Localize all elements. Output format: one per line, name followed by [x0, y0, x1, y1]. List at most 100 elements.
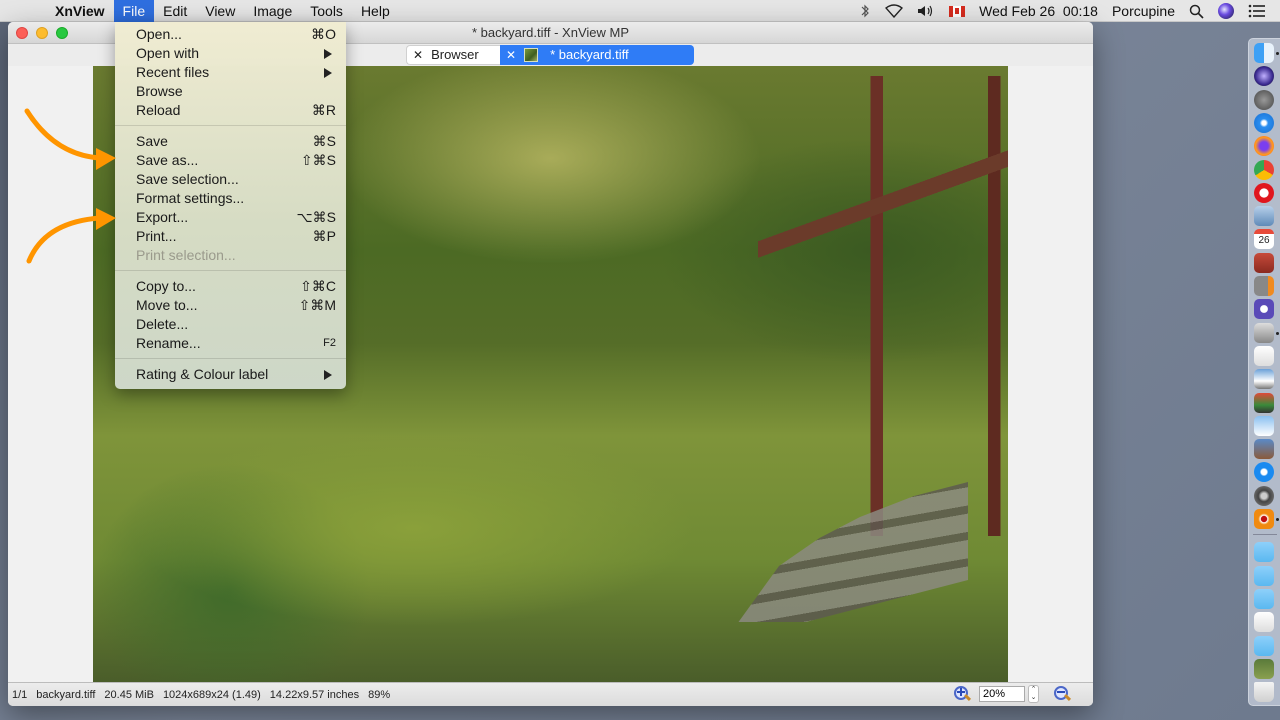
minimize-window-button[interactable] — [36, 27, 48, 39]
dock-xnview-mp-icon[interactable] — [1254, 509, 1274, 529]
menu-item-export[interactable]: Export... ⌥⌘S — [115, 208, 346, 227]
canada-flag-icon[interactable] — [949, 5, 966, 17]
status-index: 1/1 — [12, 688, 28, 701]
volume-icon[interactable] — [917, 4, 935, 18]
submenu-arrow-icon — [324, 68, 332, 78]
status-filesize: 20.45 MiB — [104, 688, 154, 701]
menu-edit[interactable]: Edit — [154, 0, 196, 22]
dock-folder-icon[interactable] — [1254, 542, 1274, 563]
dock-image-tool-icon[interactable] — [1254, 415, 1274, 436]
menu-item-save-selection[interactable]: Save selection... — [115, 170, 346, 189]
menu-item-save-as[interactable]: Save as... ⇧⌘S — [115, 151, 346, 170]
menu-tools[interactable]: Tools — [301, 0, 352, 22]
dock-running-indicator — [1276, 331, 1279, 335]
status-bar: 1/1 backyard.tiff 20.45 MiB 1024x689x24 … — [8, 682, 1093, 706]
dock-app-store-icon[interactable] — [1254, 462, 1274, 483]
macos-menu-bar: XnView File Edit View Image Tools Help W… — [0, 0, 1280, 22]
menu-item-rating-colour-label[interactable]: Rating & Colour label — [115, 365, 346, 384]
dock-folder-icon[interactable] — [1254, 588, 1274, 609]
menu-item-label: Save as... — [136, 152, 199, 168]
dock-safari-icon[interactable] — [1254, 112, 1274, 133]
menu-item-print-selection: Print selection... — [115, 246, 346, 265]
menu-item-recent-files[interactable]: Recent files — [115, 63, 346, 82]
clock[interactable]: Wed Feb 26 00:18 — [979, 3, 1098, 19]
menu-item-format-settings[interactable]: Format settings... — [115, 189, 346, 208]
dock-siri-icon[interactable] — [1254, 66, 1274, 87]
menu-help[interactable]: Help — [352, 0, 399, 22]
dock-calendar-icon[interactable]: 26 — [1254, 229, 1274, 250]
menu-view[interactable]: View — [196, 0, 244, 22]
dock-preview-icon[interactable] — [1254, 206, 1274, 227]
dock-bbedit-icon[interactable] — [1254, 299, 1274, 320]
status-dimensions: 1024x689x24 (1.49) — [162, 688, 261, 701]
menu-file[interactable]: File — [113, 0, 155, 22]
tab-label: * backyard.tiff — [550, 47, 629, 62]
menu-item-copy-to[interactable]: Copy to... ⇧⌘C — [115, 277, 346, 296]
menu-item-shortcut: ⇧⌘M — [298, 297, 336, 313]
close-window-button[interactable] — [16, 27, 28, 39]
menu-item-save[interactable]: Save ⌘S — [115, 132, 346, 151]
user-name[interactable]: Porcupine — [1112, 3, 1175, 19]
dock-dictionary-icon[interactable] — [1254, 252, 1274, 273]
dock-finder-icon[interactable] — [1254, 43, 1274, 63]
dock-photo-viewer-icon[interactable] — [1254, 369, 1274, 390]
wifi-icon[interactable] — [885, 4, 904, 18]
dock-system-preferences-icon[interactable] — [1254, 485, 1274, 506]
dock-document-icon[interactable] — [1254, 612, 1274, 633]
dock-chrome-icon[interactable] — [1254, 159, 1274, 180]
dock-image-stack-icon[interactable] — [1254, 658, 1274, 679]
dock-launchpad-icon[interactable] — [1254, 89, 1274, 110]
calendar-day-label: 26 — [1258, 235, 1270, 247]
dock-folder-icon[interactable] — [1254, 565, 1274, 586]
menu-item-print[interactable]: Print... ⌘P — [115, 227, 346, 246]
menu-item-shortcut: ⌘S — [312, 133, 336, 149]
status-filename: backyard.tiff — [36, 688, 96, 701]
notification-center-icon[interactable] — [1248, 4, 1266, 18]
maximize-window-button[interactable] — [56, 27, 68, 39]
menu-item-label: Recent files — [136, 64, 210, 80]
menu-item-label: Print selection... — [136, 247, 236, 263]
dock-trash-icon[interactable] — [1254, 682, 1274, 703]
menu-item-label: Open... — [136, 26, 182, 42]
status-quality: 89% — [368, 688, 391, 701]
menu-item-label: Copy to... — [136, 278, 196, 294]
close-tab-icon[interactable]: ✕ — [413, 45, 423, 65]
menu-item-reload[interactable]: Reload ⌘R — [115, 101, 346, 120]
porch-structure — [758, 76, 1008, 536]
menu-item-shortcut: ⌘P — [312, 228, 336, 244]
menu-item-rename[interactable]: Rename... F2 — [115, 334, 346, 353]
zoom-out-icon[interactable] — [1053, 685, 1071, 703]
dock-firefox-icon[interactable] — [1254, 136, 1274, 157]
dock-photo-editor-icon[interactable] — [1254, 392, 1274, 413]
menu-item-shortcut: ⌥⌘S — [296, 209, 336, 225]
zoom-in-icon[interactable] — [953, 685, 971, 703]
menu-item-label: Reload — [136, 102, 181, 118]
dock-folder-icon[interactable] — [1254, 635, 1274, 656]
dock-photo-slideshow-icon[interactable] — [1254, 439, 1274, 460]
menu-item-open-with[interactable]: Open with — [115, 44, 346, 63]
menu-item-delete[interactable]: Delete... — [115, 315, 346, 334]
zoom-level-input[interactable] — [979, 686, 1025, 702]
close-tab-icon[interactable]: ✕ — [506, 45, 516, 65]
dock-image-capture-icon[interactable] — [1254, 322, 1274, 343]
siri-icon[interactable] — [1218, 3, 1234, 19]
tab-backyard-tiff[interactable]: ✕ * backyard.tiff — [500, 45, 694, 65]
tab-browser[interactable]: ✕ Browser — [406, 45, 500, 65]
menu-separator — [115, 125, 346, 126]
macos-dock: 26 — [1248, 38, 1280, 706]
dock-textedit-icon[interactable] — [1254, 345, 1274, 366]
zoom-stepper[interactable]: ⌃ ⌄ — [1028, 685, 1039, 703]
menu-item-label: Print... — [136, 228, 177, 244]
menu-item-label: Browse — [136, 83, 183, 99]
dock-opera-icon[interactable] — [1254, 182, 1274, 203]
menu-image[interactable]: Image — [244, 0, 301, 22]
dock-calculator-icon[interactable] — [1254, 276, 1274, 296]
menu-item-shortcut: ⌘R — [311, 102, 336, 118]
menu-app-xnview[interactable]: XnView — [46, 0, 114, 22]
menu-item-label: Delete... — [136, 316, 189, 332]
menu-item-move-to[interactable]: Move to... ⇧⌘M — [115, 296, 346, 315]
menu-item-open[interactable]: Open... ⌘O — [115, 25, 346, 44]
bluetooth-icon[interactable] — [859, 4, 871, 18]
spotlight-search-icon[interactable] — [1189, 4, 1204, 19]
menu-item-browse[interactable]: Browse — [115, 82, 346, 101]
